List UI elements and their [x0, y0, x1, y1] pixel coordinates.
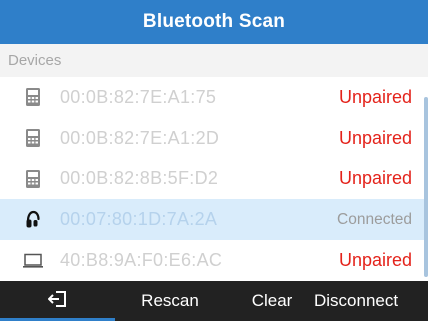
device-mac-address: 40:B8:9A:F0:E6:AC	[60, 250, 223, 271]
device-mac-address: 00:07:80:1D:7A:2A	[60, 209, 218, 230]
disconnect-button[interactable]: Disconnect	[314, 281, 428, 321]
back-button[interactable]	[0, 281, 115, 321]
title-bar: Bluetooth Scan	[0, 0, 428, 44]
list-scrollbar[interactable]	[424, 97, 428, 277]
back-icon	[47, 290, 68, 313]
device-row[interactable]: 00:0B:82:7E:A1:75 Unpaired	[0, 77, 428, 118]
device-mac-address: 00:0B:82:8B:5F:D2	[60, 168, 219, 189]
clear-button[interactable]: Clear	[232, 281, 312, 321]
page-title: Bluetooth Scan	[142, 11, 286, 32]
phone-icon	[23, 128, 43, 148]
device-status: Connected	[337, 210, 412, 228]
device-row[interactable]: 00:0B:82:8B:5F:D2 Unpaired	[0, 158, 428, 200]
device-row[interactable]: 40:B8:9A:F0:E6:AC Unpaired	[0, 240, 428, 281]
device-status: Unpaired	[338, 250, 412, 271]
devices-section-header: Devices	[0, 44, 428, 77]
phone-icon	[23, 169, 43, 189]
device-row[interactable]: 00:0B:82:7E:A1:2D Unpaired	[0, 117, 428, 159]
phone-icon	[23, 87, 43, 107]
computer-icon	[23, 251, 43, 271]
device-mac-address: 00:0B:82:7E:A1:75	[60, 86, 217, 107]
bluetooth-scan-screen: Bluetooth Scan Devices 00:0B:82:7E:A1:75…	[0, 0, 428, 321]
device-row-connected[interactable]: 00:07:80:1D:7A:2A Connected	[0, 199, 428, 241]
device-list: 00:0B:82:7E:A1:75 Unpaired 00:0B:82:7E:A…	[0, 77, 428, 281]
softkey-bar: Rescan Clear Disconnect	[0, 281, 428, 321]
device-status: Unpaired	[338, 127, 412, 148]
devices-section-label: Devices	[8, 52, 62, 69]
rescan-button[interactable]: Rescan	[120, 281, 220, 321]
device-status: Unpaired	[338, 86, 412, 107]
device-status: Unpaired	[338, 168, 412, 189]
headset-icon	[23, 210, 43, 230]
device-mac-address: 00:0B:82:7E:A1:2D	[60, 127, 220, 148]
